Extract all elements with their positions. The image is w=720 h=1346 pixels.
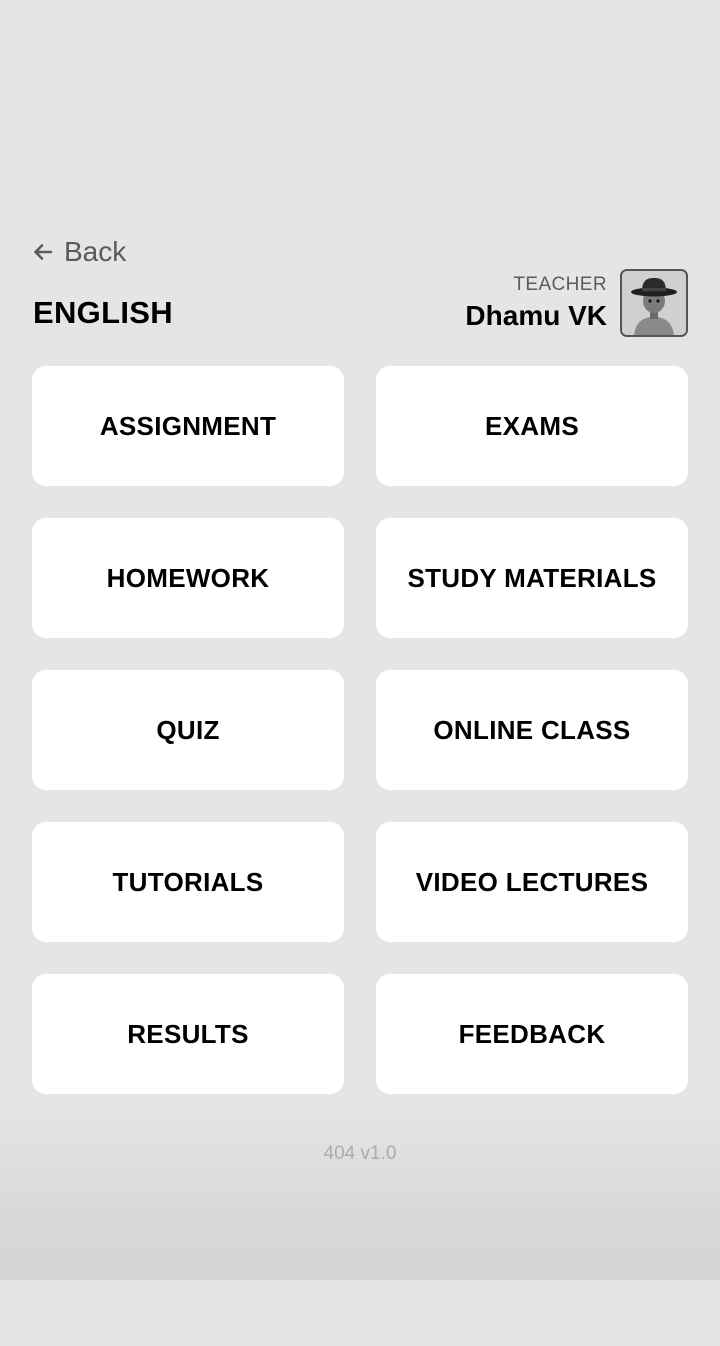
arrow-left-icon (32, 241, 54, 263)
menu-tile-assignment[interactable]: ASSIGNMENT (32, 366, 344, 486)
menu-tile-results[interactable]: RESULTS (32, 974, 344, 1094)
menu-tile-video-lectures[interactable]: VIDEO LECTURES (376, 822, 688, 942)
teacher-role: TEACHER (513, 274, 607, 295)
menu-tile-feedback[interactable]: FEEDBACK (376, 974, 688, 1094)
menu-tile-homework[interactable]: HOMEWORK (32, 518, 344, 638)
menu-tile-exams[interactable]: EXAMS (376, 366, 688, 486)
teacher-avatar[interactable] (620, 269, 688, 337)
teacher-info: TEACHER Dhamu VK (465, 274, 607, 334)
menu-tile-study-materials[interactable]: STUDY MATERIALS (376, 518, 688, 638)
subject-title: ENGLISH (33, 295, 173, 330)
footer-background (0, 1100, 720, 1280)
back-button[interactable]: Back (32, 234, 126, 270)
menu-tile-quiz[interactable]: QUIZ (32, 670, 344, 790)
back-label: Back (64, 236, 127, 267)
menu-grid: ASSIGNMENT EXAMS HOMEWORK STUDY MATERIAL… (32, 366, 688, 1094)
menu-tile-online-class[interactable]: ONLINE CLASS (376, 670, 688, 790)
version-label: 404 v1.0 (323, 1143, 397, 1164)
menu-tile-tutorials[interactable]: TUTORIALS (32, 822, 344, 942)
teacher-name: Dhamu VK (465, 300, 607, 331)
